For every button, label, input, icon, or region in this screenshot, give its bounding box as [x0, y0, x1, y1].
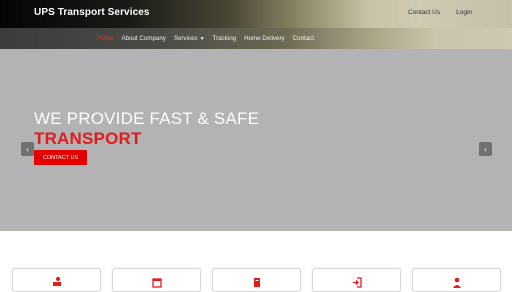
chevron-down-icon: ▼: [199, 35, 205, 42]
checklist-icon: [254, 278, 260, 287]
service-card[interactable]: [12, 268, 101, 292]
service-card[interactable]: [412, 268, 501, 292]
service-card[interactable]: [312, 268, 401, 292]
brand-logo-text[interactable]: UPS Transport Services: [34, 7, 150, 18]
nav-item-label: Home Delivery: [244, 35, 285, 42]
chevron-left-icon: ‹: [26, 144, 29, 154]
user-icon: [453, 277, 461, 288]
top-links: Contact Us Login: [408, 9, 472, 16]
nav-item-home[interactable]: Home: [97, 35, 114, 42]
service-cards: [0, 268, 512, 292]
top-header: UPS Transport Services Contact Us Login: [0, 0, 512, 28]
nav-item-home-delivery[interactable]: Home Delivery: [244, 35, 285, 42]
nav-item-contact[interactable]: Contact: [293, 35, 314, 42]
main-navbar: Home About Company Services ▼ Tracking Ho…: [0, 28, 512, 49]
service-card[interactable]: [212, 268, 301, 292]
chevron-right-icon: ›: [484, 144, 487, 154]
contact-us-link[interactable]: Contact Us: [408, 9, 440, 16]
nav-item-label: About Company: [121, 35, 166, 42]
calendar-icon: [152, 278, 162, 288]
nav-item-label: Services: [173, 35, 198, 42]
slider-prev-button[interactable]: ‹: [21, 142, 34, 156]
nav-item-services[interactable]: Services ▼: [174, 35, 205, 42]
slider-next-button[interactable]: ›: [479, 142, 492, 156]
nav-item-label: Home: [97, 35, 114, 42]
service-card[interactable]: [112, 268, 201, 292]
nav-item-tracking[interactable]: Tracking: [213, 35, 237, 42]
nav-item-label: Contact: [292, 35, 314, 42]
nav-item-about-company[interactable]: About Company: [122, 35, 166, 42]
sign-in-icon: [353, 277, 362, 288]
nav-item-label: Tracking: [212, 35, 237, 42]
hero-slider: WE PROVIDE FAST & SAFE TRANSPORT CONTACT…: [0, 49, 512, 231]
login-link[interactable]: Login: [456, 9, 472, 16]
location-truck-icon: [53, 277, 61, 286]
hero-heading-line2: TRANSPORT: [34, 129, 142, 148]
hero-heading-line1: WE PROVIDE FAST & SAFE: [34, 109, 260, 128]
contact-us-button[interactable]: CONTACT US: [34, 150, 87, 165]
